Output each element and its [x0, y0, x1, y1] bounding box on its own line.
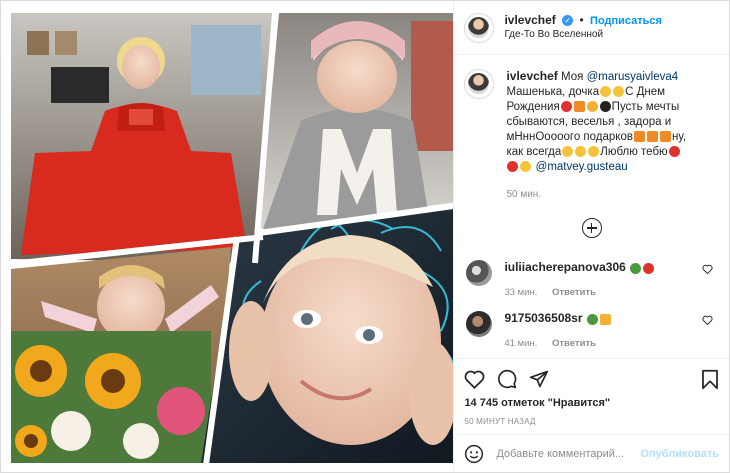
- smiley-icon: [520, 161, 532, 173]
- caption-text: сбываются, веселья , задора и: [506, 116, 672, 128]
- verified-badge-icon: ✓: [562, 15, 574, 27]
- likes-count[interactable]: 14 745 отметок "Нравится": [464, 397, 719, 409]
- follow-button[interactable]: Подписаться: [590, 15, 662, 27]
- smiley-icon: [562, 146, 574, 158]
- gift-icon: [573, 101, 585, 113]
- gift-icon: [633, 131, 645, 143]
- gift-icon: [646, 131, 658, 143]
- smiley-icon[interactable]: [464, 444, 484, 464]
- comment-username[interactable]: 9175036508sr: [504, 311, 582, 325]
- comment-avatar[interactable]: [466, 260, 493, 286]
- caption-mention-daughter[interactable]: @marusyaivleva4: [587, 71, 679, 83]
- heart-emoji-icon: [642, 262, 654, 274]
- posted-time: 50 МИНУТ НАЗАД: [464, 417, 536, 426]
- heart-icon[interactable]: [464, 369, 485, 389]
- post-sidebar: ivlevchef ✓ • Подписаться Где-То Во Всел…: [454, 1, 729, 472]
- comment-body: iuliiacherepanova306 33 мин. Ответить: [504, 260, 654, 298]
- caption-username[interactable]: ivlevchef: [506, 69, 557, 83]
- caption-time: 50 мин.: [506, 189, 542, 200]
- add-comment-bar: Опубликовать: [454, 434, 729, 472]
- comment-icon[interactable]: [497, 369, 517, 389]
- header-username[interactable]: ivlevchef: [504, 13, 555, 27]
- action-icons: [464, 367, 719, 391]
- caption-text: как всегда: [506, 146, 562, 158]
- paper-plane-icon[interactable]: [529, 369, 549, 389]
- post-actions: 14 745 отметок "Нравится" 50 МИНУТ НАЗАД: [454, 358, 729, 434]
- post-photo-collage[interactable]: [1, 1, 455, 472]
- comment-heart-icon[interactable]: [702, 264, 713, 274]
- smiley-icon: [575, 146, 587, 158]
- comment-item: 9175036508sr 41 мин. Ответить: [464, 311, 719, 349]
- photo-girl-red-dress: [11, 13, 273, 263]
- caption-text: Машенька, дочка: [506, 86, 600, 98]
- comment-avatar[interactable]: [466, 311, 493, 337]
- separator-dot: •: [579, 13, 584, 27]
- plus-circle-icon[interactable]: [581, 218, 602, 238]
- balloon-icon: [599, 101, 611, 113]
- balloon-icon: [507, 161, 519, 173]
- photo-girl-pink-hat: [259, 13, 454, 229]
- gift-icon: [659, 131, 671, 143]
- photo-girl-sunflowers: [11, 247, 231, 463]
- caption-text: Пусть мечты: [611, 101, 680, 113]
- bookmark-icon[interactable]: [701, 369, 719, 390]
- flower-icon: [629, 262, 641, 274]
- comment-input[interactable]: [494, 446, 641, 461]
- reply-button[interactable]: Ответить: [552, 338, 596, 349]
- comment-body: 9175036508sr 41 мин. Ответить: [504, 311, 611, 349]
- post-header: ivlevchef ✓ • Подписаться Где-То Во Всел…: [454, 1, 729, 55]
- caption-avatar[interactable]: [464, 69, 495, 99]
- heart-emoji-icon: [668, 146, 680, 158]
- caption-mention-son[interactable]: @matvey.gusteau: [536, 161, 628, 173]
- header-text: ivlevchef ✓ • Подписаться Где-То Во Всел…: [504, 13, 662, 42]
- reply-button[interactable]: Ответить: [552, 287, 596, 298]
- smiley-icon: [613, 86, 625, 98]
- post-caption: ivlevchef Моя @marusyaivleva4 Машенька, …: [464, 69, 719, 202]
- caption-text: С Днем: [625, 86, 666, 98]
- caption-text: ну,: [671, 131, 687, 143]
- comment-item: iuliiacherepanova306 33 мин. Ответить: [464, 260, 719, 298]
- smiley-icon: [600, 86, 612, 98]
- comment-username[interactable]: iuliiacherepanova306: [504, 260, 625, 274]
- caption-body: ivlevchef Моя @marusyaivleva4 Машенька, …: [506, 69, 711, 202]
- cake-icon: [599, 313, 611, 325]
- caption-text: мНннОоооого подарков: [506, 131, 633, 143]
- location-link[interactable]: Где-То Во Вселенной: [504, 28, 662, 42]
- smiley-icon: [588, 146, 600, 158]
- caption-text: Моя: [561, 71, 584, 83]
- publish-button[interactable]: Опубликовать: [640, 448, 719, 460]
- comment-heart-icon[interactable]: [702, 315, 713, 325]
- instagram-post: ivlevchef ✓ • Подписаться Где-То Во Всел…: [0, 0, 730, 473]
- balloon-icon: [560, 101, 572, 113]
- caption-text: Рождения: [506, 101, 560, 113]
- caption-text: Люблю тебю: [600, 146, 668, 158]
- avatar[interactable]: [464, 12, 495, 43]
- party-icon: [586, 101, 598, 113]
- comments-list[interactable]: ivlevchef Моя @marusyaivleva4 Машенька, …: [454, 55, 729, 358]
- flower-icon: [586, 313, 598, 325]
- comment-time: 41 мин.: [504, 338, 538, 349]
- comment-time: 33 мин.: [504, 287, 538, 298]
